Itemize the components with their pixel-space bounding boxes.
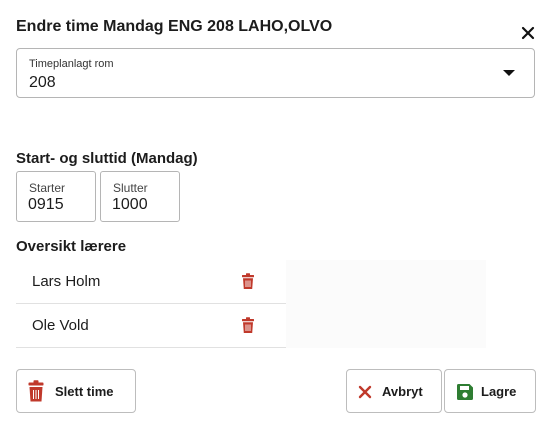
dialog-title: Endre time Mandag ENG 208 LAHO,OLVO	[16, 18, 333, 35]
save-label: Lagre	[481, 384, 517, 399]
dropdown-caret-icon	[503, 70, 515, 76]
cancel-button[interactable]: Avbryt	[346, 369, 442, 413]
floppy-disk-icon	[456, 383, 474, 404]
teachers-section-heading: Oversikt lærere	[16, 238, 127, 255]
end-time-label: Slutter	[113, 181, 148, 195]
save-button[interactable]: Lagre	[444, 369, 536, 413]
time-section-heading: Start- og sluttid (Mandag)	[16, 150, 198, 167]
teacher-name: Lars Holm	[32, 273, 101, 290]
cancel-label: Avbryt	[382, 384, 423, 399]
room-select-label: Timeplanlagt rom	[29, 58, 114, 70]
start-time-label: Starter	[29, 181, 66, 195]
close-icon	[521, 26, 535, 40]
teacher-name: Ole Vold	[32, 317, 89, 334]
edit-lesson-dialog: Endre time Mandag ENG 208 LAHO,OLVO Time…	[0, 0, 552, 426]
trash-icon	[242, 317, 254, 333]
delete-lesson-label: Slett time	[55, 384, 114, 399]
teacher-row: Lars Holm	[16, 260, 286, 304]
trash-icon	[242, 273, 254, 289]
start-time-field[interactable]: Starter	[16, 171, 96, 222]
close-icon	[358, 385, 372, 402]
room-select-value: 208	[29, 74, 56, 91]
room-select[interactable]: Timeplanlagt rom 208	[16, 48, 535, 98]
end-time-field[interactable]: Slutter	[100, 171, 180, 222]
delete-lesson-button[interactable]: Slett time	[16, 369, 136, 413]
trash-icon	[27, 380, 45, 405]
remove-teacher-button[interactable]	[240, 317, 256, 339]
remove-teacher-button[interactable]	[240, 273, 256, 295]
close-button[interactable]	[520, 25, 536, 41]
teacher-row: Ole Vold	[16, 304, 286, 348]
start-time-input[interactable]	[28, 196, 88, 214]
end-time-input[interactable]	[112, 196, 172, 214]
